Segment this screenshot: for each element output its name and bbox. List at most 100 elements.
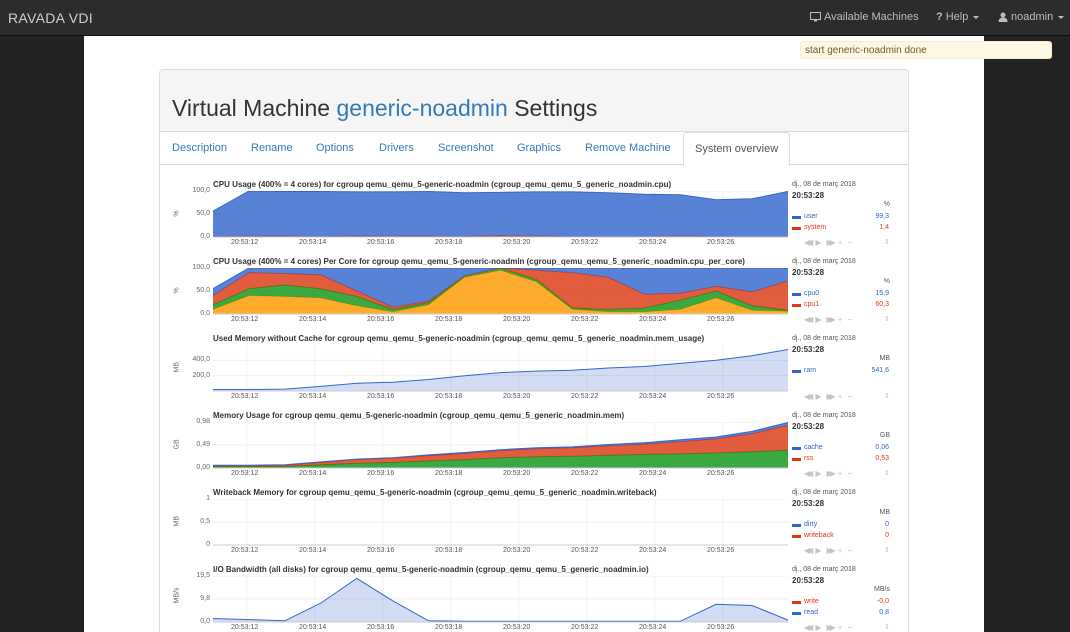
resize-handle-icon[interactable]: ⇕ <box>884 546 890 554</box>
legend-label: writeback <box>804 532 834 539</box>
legend-swatch <box>792 535 801 538</box>
chart-date: dj., 08 de març 2018 <box>792 335 856 342</box>
x-tick-label: 20:53:12 <box>231 547 259 554</box>
zoom-in-icon[interactable]: + <box>838 546 843 555</box>
legend-swatch <box>792 447 801 450</box>
brand-logo[interactable]: RAVADA VDI <box>8 10 93 26</box>
forward-icon[interactable]: ▶▶ <box>826 392 835 401</box>
forward-icon[interactable]: ▶▶ <box>826 238 835 247</box>
legend-unit: GB <box>879 432 890 439</box>
chart-title: CPU Usage (400% = 4 cores) Per Core for … <box>213 257 745 266</box>
x-tick-label: 20:53:14 <box>299 316 327 323</box>
legend-value: 60,3 <box>875 301 889 308</box>
play-icon[interactable]: ▶ <box>815 315 821 324</box>
forward-icon[interactable]: ▶▶ <box>826 546 835 555</box>
rewind-icon[interactable]: ◀◀ <box>804 623 813 632</box>
play-icon[interactable]: ▶ <box>815 469 821 478</box>
chart-axis-unit: MB <box>173 362 181 373</box>
vm-name: generic-noadmin <box>336 95 508 121</box>
y-tick-label: 1 <box>206 495 210 502</box>
tab-remove-machine[interactable]: Remove Machine <box>585 142 671 154</box>
tab-description[interactable]: Description <box>172 142 227 154</box>
zoom-out-icon[interactable]: − <box>847 623 852 632</box>
forward-icon[interactable]: ▶▶ <box>826 469 835 478</box>
play-icon[interactable]: ▶ <box>815 623 821 632</box>
x-tick-label: 20:53:18 <box>435 316 463 323</box>
page-title: Virtual Machine generic-noadmin Settings <box>172 95 597 122</box>
user-menu[interactable]: noadmin <box>998 11 1065 23</box>
chart-plot[interactable] <box>213 499 788 547</box>
chart-plot[interactable] <box>213 576 788 624</box>
play-icon[interactable]: ▶ <box>815 546 821 555</box>
x-tick-label: 20:53:16 <box>367 470 395 477</box>
legend-label: user <box>804 213 818 220</box>
zoom-in-icon[interactable]: + <box>838 469 843 478</box>
chart-date: dj., 08 de març 2018 <box>792 489 856 496</box>
x-tick-label: 20:53:26 <box>707 470 735 477</box>
forward-icon[interactable]: ▶▶ <box>826 315 835 324</box>
zoom-in-icon[interactable]: + <box>838 238 843 247</box>
tab-drivers[interactable]: Drivers <box>379 142 414 154</box>
chart-plot[interactable] <box>213 345 788 393</box>
rewind-icon[interactable]: ◀◀ <box>804 315 813 324</box>
zoom-in-icon[interactable]: + <box>838 315 843 324</box>
resize-handle-icon[interactable]: ⇕ <box>884 469 890 477</box>
zoom-in-icon[interactable]: + <box>838 392 843 401</box>
available-machines-link[interactable]: Available Machines <box>810 11 919 23</box>
x-tick-label: 20:53:22 <box>571 316 599 323</box>
zoom-out-icon[interactable]: − <box>847 315 852 324</box>
rewind-icon[interactable]: ◀◀ <box>804 546 813 555</box>
y-tick-label: 400,0 <box>192 356 210 364</box>
x-tick-label: 20:53:22 <box>571 239 599 246</box>
resize-handle-icon[interactable]: ⇕ <box>884 392 890 400</box>
tab-options[interactable]: Options <box>316 142 354 154</box>
caret-down-icon <box>973 16 980 19</box>
x-tick-label: 20:53:16 <box>367 547 395 554</box>
x-tick-label: 20:53:12 <box>231 316 259 323</box>
zoom-out-icon[interactable]: − <box>847 546 852 555</box>
resize-handle-icon[interactable]: ⇕ <box>884 623 890 631</box>
chart-plot[interactable] <box>213 422 788 470</box>
rewind-icon[interactable]: ◀◀ <box>804 238 813 247</box>
chart-controls: ◀◀ ▶ ▶▶ + − <box>804 623 852 632</box>
chart-date: dj., 08 de març 2018 <box>792 181 856 188</box>
tab-rename[interactable]: Rename <box>251 142 293 154</box>
zoom-out-icon[interactable]: − <box>847 392 852 401</box>
y-tick-label: 0 <box>206 541 210 548</box>
play-icon[interactable]: ▶ <box>815 392 821 401</box>
legend-unit: MB/s <box>874 586 890 593</box>
legend-label: cpu1 <box>804 301 820 308</box>
resize-handle-icon[interactable]: ⇕ <box>884 315 890 323</box>
zoom-in-icon[interactable]: + <box>838 623 843 632</box>
play-icon[interactable]: ▶ <box>815 238 821 247</box>
x-tick-label: 20:53:22 <box>571 624 599 631</box>
zoom-out-icon[interactable]: − <box>847 469 852 478</box>
rewind-icon[interactable]: ◀◀ <box>804 392 813 401</box>
forward-icon[interactable]: ▶▶ <box>826 623 835 632</box>
tab-graphics[interactable]: Graphics <box>517 142 561 154</box>
help-menu[interactable]: ? Help <box>936 11 980 23</box>
notification-message: start generic-noadmin done <box>800 41 1052 59</box>
tab-system-overview[interactable]: System overview <box>683 132 791 166</box>
y-tick-label: 50,0 <box>196 287 210 294</box>
chart-time: 20:53:28 <box>792 345 825 354</box>
x-tick-label: 20:53:14 <box>299 239 327 246</box>
legend-label: dirty <box>804 521 818 528</box>
chart-plot[interactable] <box>213 268 788 316</box>
legend-label: rss <box>804 455 814 462</box>
resize-handle-icon[interactable]: ⇕ <box>884 238 890 246</box>
y-tick-label: 0,0 <box>200 618 210 625</box>
tab-screenshot[interactable]: Screenshot <box>438 142 494 154</box>
chart-controls: ◀◀ ▶ ▶▶ + − <box>804 315 852 324</box>
x-tick-label: 20:53:18 <box>435 470 463 477</box>
x-tick-label: 20:53:26 <box>707 547 735 554</box>
y-tick-label: 0,0 <box>200 310 210 317</box>
rewind-icon[interactable]: ◀◀ <box>804 469 813 478</box>
chart-writeback: Writeback Memory for cgroup qemu_qemu_5-… <box>172 488 902 565</box>
zoom-out-icon[interactable]: − <box>847 238 852 247</box>
x-tick-label: 20:53:24 <box>639 239 667 246</box>
x-tick-label: 20:53:20 <box>503 624 531 631</box>
chart-cpu: CPU Usage (400% = 4 cores) for cgroup qe… <box>172 180 902 257</box>
chart-plot[interactable] <box>213 191 788 239</box>
legend-unit: MB <box>879 509 891 516</box>
